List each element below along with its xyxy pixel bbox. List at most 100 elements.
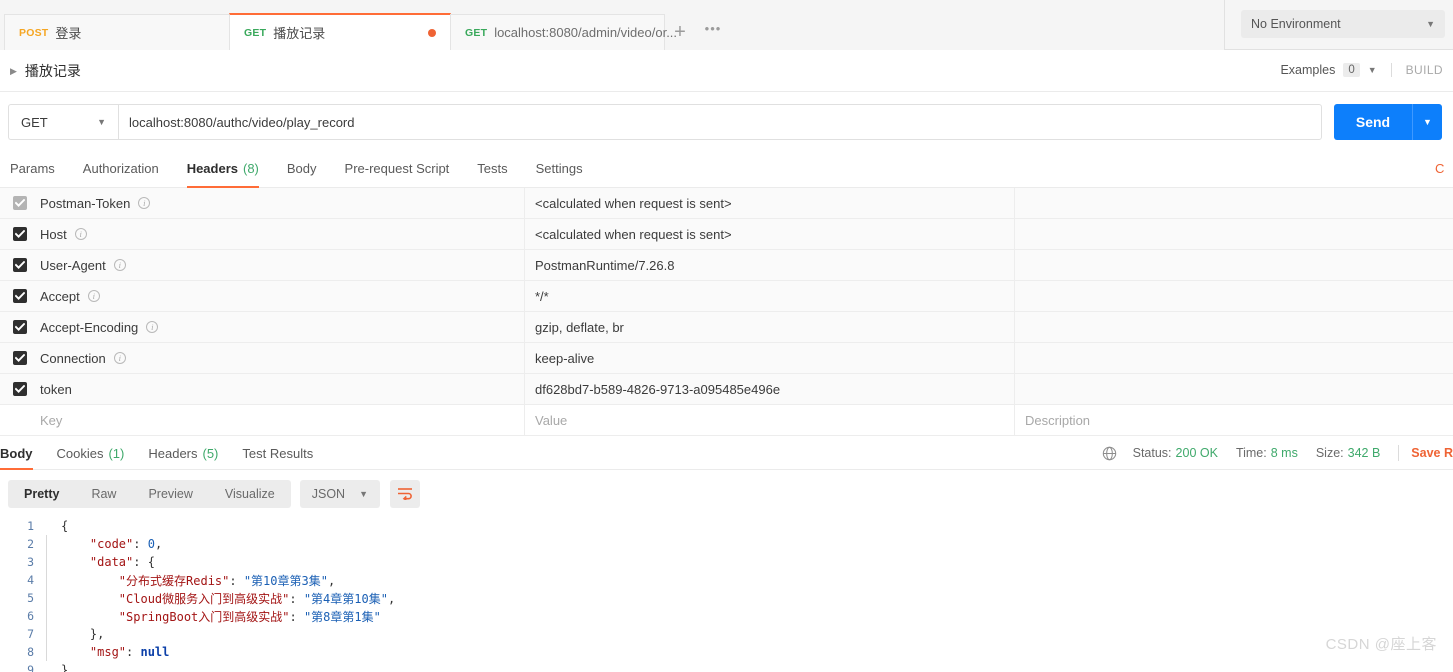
info-icon[interactable]: i xyxy=(74,228,87,240)
header-key-cell[interactable]: User-Agent i xyxy=(40,249,525,281)
header-value-cell[interactable]: */* xyxy=(525,280,1015,312)
url-input[interactable]: localhost:8080/authc/video/play_record xyxy=(118,104,1322,140)
response-body-code[interactable]: 1{2 "code": 0, 3 "data": {4 "分布式缓存Redis":… xyxy=(0,517,1453,672)
response-tab-count-badge: (5) xyxy=(202,445,219,461)
header-value-cell[interactable]: <calculated when request is sent> xyxy=(525,187,1015,219)
header-value-cell[interactable]: keep-alive xyxy=(525,342,1015,374)
header-enable-checkbox[interactable] xyxy=(0,351,40,365)
table-row[interactable]: Accept i */* xyxy=(0,280,1453,312)
header-value-cell[interactable]: PostmanRuntime/7.26.8 xyxy=(525,249,1015,281)
chevron-down-icon: ▼ xyxy=(97,117,106,127)
info-icon[interactable]: i xyxy=(113,352,126,364)
header-enable-checkbox[interactable] xyxy=(0,196,40,210)
request-tab-2[interactable]: GET 播放记录 xyxy=(229,13,451,50)
chevron-down-icon: ▼ xyxy=(1426,19,1435,29)
view-mode-visualize[interactable]: Visualize xyxy=(209,480,291,508)
header-enable-checkbox[interactable] xyxy=(0,320,40,334)
unsaved-changes-dot-icon xyxy=(428,28,436,37)
new-header-row[interactable]: Key Value Description xyxy=(0,404,1453,436)
header-description-cell[interactable] xyxy=(1015,250,1453,281)
tab-params[interactable]: Params xyxy=(0,150,69,187)
header-value-cell[interactable]: <calculated when request is sent> xyxy=(525,218,1015,250)
table-row[interactable]: User-Agent i PostmanRuntime/7.26.8 xyxy=(0,249,1453,281)
header-value: */* xyxy=(535,288,549,304)
new-header-description-cell[interactable]: Description xyxy=(1015,405,1453,436)
view-mode-preview[interactable]: Preview xyxy=(132,480,208,508)
header-description-cell[interactable] xyxy=(1015,374,1453,405)
new-header-value-placeholder: Value xyxy=(535,412,568,428)
info-icon[interactable]: i xyxy=(138,197,151,209)
wrap-lines-button[interactable] xyxy=(390,479,420,508)
tab-method-label: GET xyxy=(465,26,488,39)
header-value-cell[interactable]: df628bd7-b589-4826-9713-a095485e496e xyxy=(525,373,1015,405)
header-key-cell[interactable]: Accept i xyxy=(40,280,525,312)
tab-tests[interactable]: Tests xyxy=(463,150,521,187)
table-row[interactable]: Postman-Token i <calculated when request i… xyxy=(0,187,1453,219)
header-enable-checkbox[interactable] xyxy=(0,227,40,241)
code-link[interactable]: C xyxy=(1435,150,1453,187)
header-value: PostmanRuntime/7.26.8 xyxy=(535,257,675,273)
new-header-key-cell[interactable]: Key xyxy=(40,404,525,436)
environment-selector[interactable]: No Environment ▼ xyxy=(1241,10,1445,38)
http-method-select[interactable]: GET ▼ xyxy=(8,104,118,140)
code-fold-guide xyxy=(46,625,57,643)
response-tab-body[interactable]: Body xyxy=(0,437,45,470)
tab-headers[interactable]: Headers (8) xyxy=(173,150,273,188)
size-group: Size: 342 B xyxy=(1316,446,1380,460)
send-button-group[interactable]: Send ▼ xyxy=(1334,104,1442,140)
tab-count-badge: (8) xyxy=(243,161,259,176)
header-key-cell[interactable]: Accept-Encoding i xyxy=(40,311,525,343)
new-header-value-cell[interactable]: Value xyxy=(525,404,1015,436)
breadcrumb[interactable]: ▶ 播放记录 xyxy=(10,61,81,81)
response-format-select[interactable]: JSON ▼ xyxy=(299,479,380,508)
breadcrumb-row: ▶ 播放记录 Examples 0 ▼ BUILD xyxy=(0,50,1453,92)
view-mode-raw[interactable]: Raw xyxy=(75,480,132,508)
table-row[interactable]: Connection i keep-alive xyxy=(0,342,1453,374)
response-tab-headers[interactable]: Headers (5) xyxy=(136,437,230,470)
header-key-cell[interactable]: token xyxy=(40,373,525,405)
chevron-down-icon[interactable]: ▼ xyxy=(1368,65,1377,75)
table-row[interactable]: token df628bd7-b589-4826-9713-a095485e496… xyxy=(0,373,1453,405)
response-tab-test-results[interactable]: Test Results xyxy=(230,437,325,470)
checkbox-checked-icon xyxy=(13,320,27,334)
header-key-cell[interactable]: Connection i xyxy=(40,342,525,374)
save-response-button[interactable]: Save R xyxy=(1411,446,1453,460)
header-key-cell[interactable]: Host i xyxy=(40,218,525,250)
view-mode-pretty[interactable]: Pretty xyxy=(8,480,75,508)
tab-settings[interactable]: Settings xyxy=(522,150,597,187)
header-description-cell[interactable] xyxy=(1015,188,1453,219)
info-icon[interactable]: i xyxy=(146,321,159,333)
code-token: "第8章第1集" xyxy=(303,609,381,624)
header-enable-checkbox[interactable] xyxy=(0,258,40,272)
request-tab-3[interactable]: GET localhost:8080/admin/video/or... xyxy=(450,14,677,50)
header-enable-checkbox[interactable] xyxy=(0,289,40,303)
tab-authorization[interactable]: Authorization xyxy=(69,150,173,187)
tab-pre-request-script[interactable]: Pre-request Script xyxy=(331,150,464,187)
tab-body[interactable]: Body xyxy=(273,150,331,187)
table-row[interactable]: Host i <calculated when request is sent> xyxy=(0,218,1453,250)
code-fold-guide xyxy=(46,589,57,607)
header-value: keep-alive xyxy=(535,350,595,366)
send-button[interactable]: Send xyxy=(1334,104,1412,140)
code-token: "分布式缓存Redis" xyxy=(118,573,230,588)
code-line: 5 "Cloud微服务入门到高级实战": "第4章第10集", xyxy=(0,589,1453,607)
header-description-cell[interactable] xyxy=(1015,343,1453,374)
request-tab-1[interactable]: POST 登录 xyxy=(4,14,230,50)
code-token: "msg" xyxy=(89,645,127,659)
header-enable-checkbox[interactable] xyxy=(0,382,40,396)
header-key-cell[interactable]: Postman-Token i xyxy=(40,187,525,219)
header-description-cell[interactable] xyxy=(1015,281,1453,312)
code-fold-guide xyxy=(46,517,57,535)
response-tab-cookies[interactable]: Cookies (1) xyxy=(45,437,137,470)
info-icon[interactable]: i xyxy=(87,290,100,302)
info-icon[interactable]: i xyxy=(113,259,126,271)
response-tab-label: Headers xyxy=(148,445,198,461)
header-value-cell[interactable]: gzip, deflate, br xyxy=(525,311,1015,343)
send-options-chevron-down-icon[interactable]: ▼ xyxy=(1412,104,1442,140)
checkbox-checked-icon xyxy=(13,351,27,365)
build-button[interactable]: BUILD xyxy=(1406,63,1443,77)
table-row[interactable]: Accept-Encoding i gzip, deflate, br xyxy=(0,311,1453,343)
header-description-cell[interactable] xyxy=(1015,312,1453,343)
tab-overflow-menu-icon[interactable]: ••• xyxy=(696,14,730,50)
header-description-cell[interactable] xyxy=(1015,219,1453,250)
